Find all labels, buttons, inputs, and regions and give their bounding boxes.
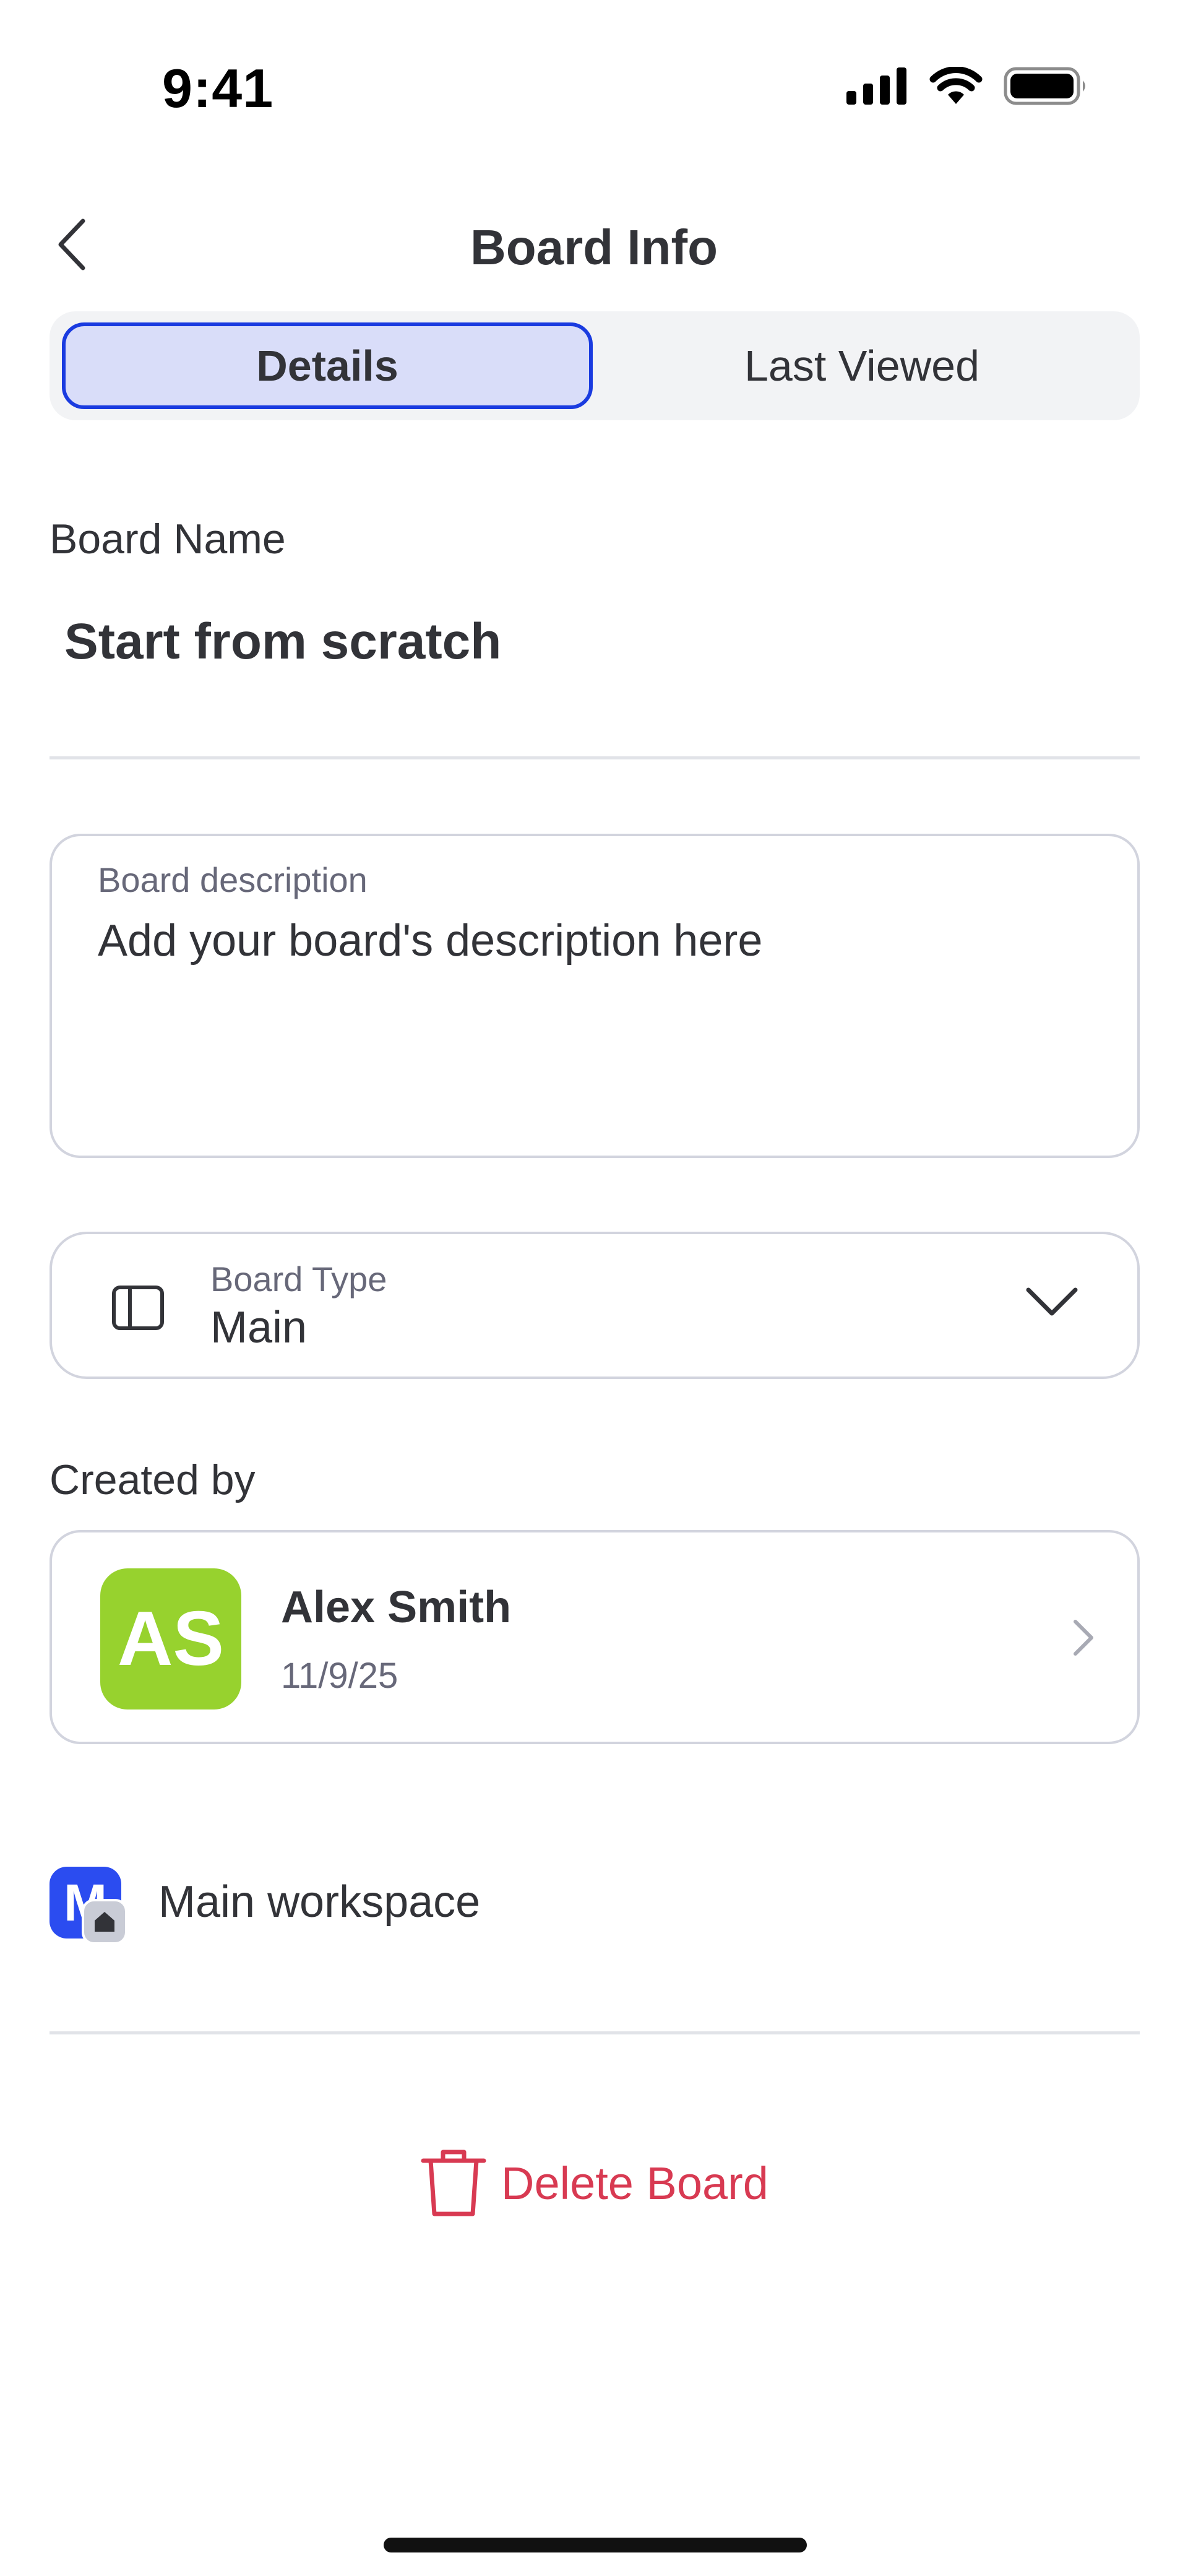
tab-bar: Details Last Viewed	[50, 311, 1140, 420]
home-icon	[82, 1899, 127, 1945]
status-time: 9:41	[162, 58, 274, 119]
page-title: Board Info	[470, 220, 718, 275]
board-name-label: Board Name	[50, 516, 286, 563]
cellular-signal-icon	[846, 67, 906, 105]
creator-date: 11/9/25	[281, 1656, 398, 1696]
board-type-label: Board Type	[210, 1260, 387, 1299]
created-by-label: Created by	[50, 1456, 256, 1503]
divider	[50, 2031, 1140, 2034]
status-icons	[846, 67, 1089, 105]
board-name-value[interactable]: Start from scratch	[64, 613, 501, 671]
board-description-placeholder: Add your board's description here	[98, 916, 763, 966]
workspace-name: Main workspace	[158, 1877, 481, 1927]
navigation-bar: Board Info	[0, 204, 1188, 285]
board-description-label: Board description	[98, 860, 368, 899]
board-description-field[interactable]: Board description Add your board's descr…	[50, 834, 1140, 1158]
wifi-icon	[929, 67, 983, 104]
divider	[50, 756, 1140, 759]
trash-icon	[421, 2150, 486, 2216]
delete-board-button[interactable]: Delete Board	[402, 2143, 786, 2223]
chevron-right-icon	[1074, 1620, 1093, 1656]
status-bar: 9:41	[0, 0, 1188, 173]
delete-board-label: Delete Board	[501, 2157, 768, 2209]
tab-last-viewed[interactable]: Last Viewed	[596, 322, 1127, 409]
creator-card[interactable]: AS Alex Smith 11/9/25	[50, 1530, 1140, 1744]
creator-name: Alex Smith	[281, 1583, 512, 1632]
avatar: AS	[100, 1568, 241, 1709]
workspace-row[interactable]: M Main workspace	[50, 1863, 1140, 1945]
tab-details[interactable]: Details	[62, 322, 593, 409]
battery-icon	[1004, 67, 1085, 105]
board-type-dropdown[interactable]: Board Type Main	[50, 1232, 1140, 1379]
chevron-down-icon	[1026, 1287, 1078, 1316]
board-layout-icon	[112, 1286, 164, 1330]
board-type-value: Main	[210, 1303, 308, 1352]
home-indicator[interactable]	[384, 2538, 807, 2552]
